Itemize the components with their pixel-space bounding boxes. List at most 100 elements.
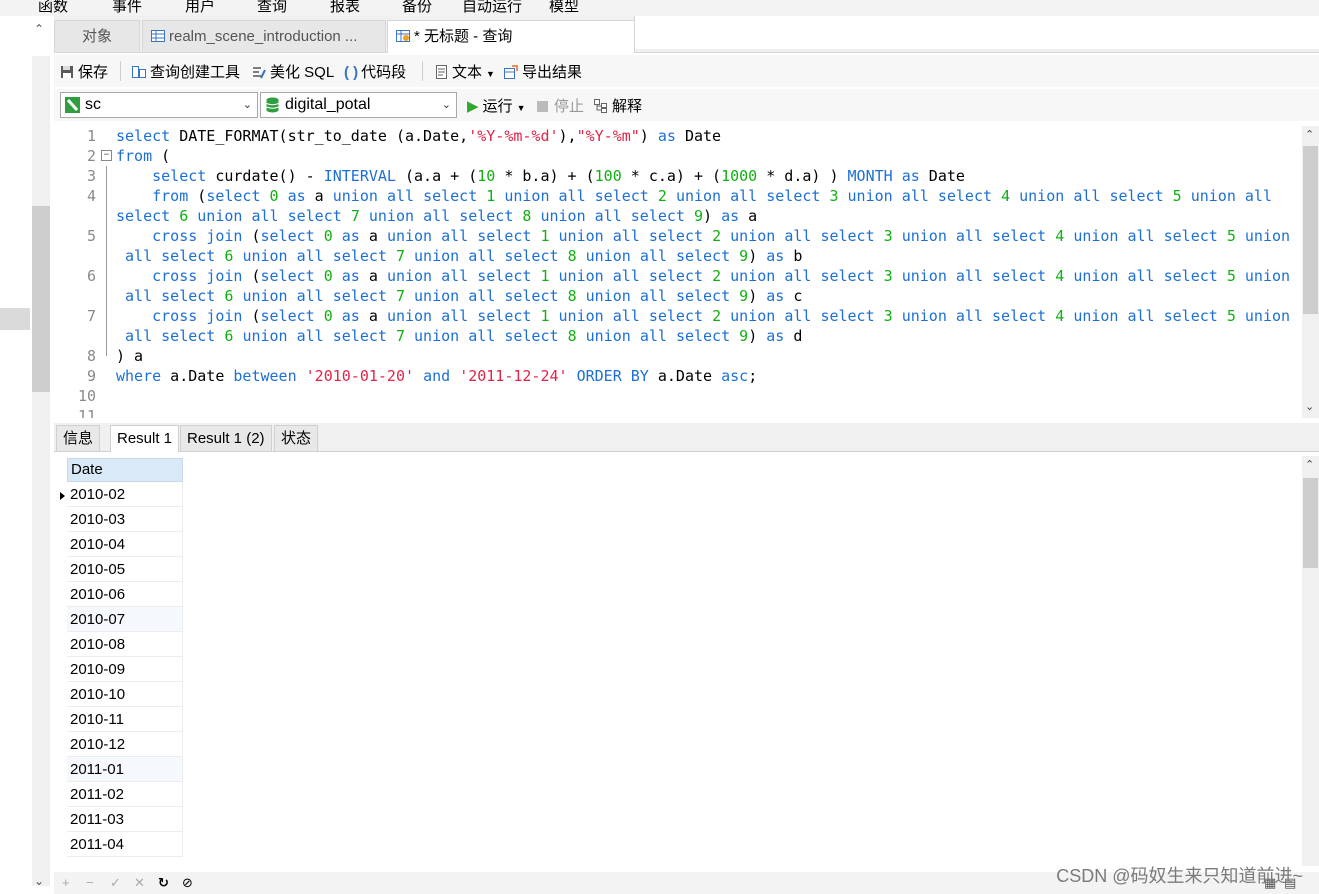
menu-item-model[interactable]: 模型 (549, 0, 579, 16)
stop-refresh-icon[interactable]: ⊘ (182, 875, 193, 891)
tab-result-1-2[interactable]: Result 1 (2) (180, 425, 272, 451)
code-text: all select 6 union all select 7 union al… (125, 287, 803, 305)
menu-item-users[interactable]: 用户 (185, 0, 215, 16)
code-snippet-button[interactable]: ( ) 代码段 (344, 61, 406, 82)
table-row[interactable]: 2011-02 (67, 782, 183, 807)
export-results-button[interactable]: 导出结果 (504, 61, 582, 82)
text-document-icon (434, 65, 448, 79)
editor-line[interactable]: 5 cross join (select 0 as a union all se… (54, 226, 1304, 246)
table-row[interactable]: 2010-03 (67, 507, 183, 532)
scroll-up-icon[interactable]: ⌃ (1305, 458, 1314, 471)
menu-item-events[interactable]: 事件 (112, 0, 142, 16)
info-panel-header (634, 16, 1319, 49)
code-text: select 6 union all select 7 union all se… (116, 207, 758, 225)
stop-button[interactable]: 停止 (537, 95, 584, 116)
add-record-icon[interactable]: + (62, 875, 70, 890)
editor-line[interactable]: 7 cross join (select 0 as a union all se… (54, 306, 1304, 326)
save-icon (60, 65, 74, 79)
editor-line[interactable]: all select 6 union all select 7 union al… (54, 246, 1304, 266)
navigator-scrollbar-track[interactable] (32, 56, 50, 886)
editor-line[interactable]: 4 from (select 0 as a union all select 1… (54, 186, 1304, 206)
tab-table-realm-scene[interactable]: realm_scene_introduction ... (142, 20, 386, 52)
explain-button[interactable]: 解释 (594, 95, 642, 116)
line-number: 1 (86, 127, 96, 145)
code-text: cross join (select 0 as a union all sele… (152, 307, 1291, 325)
table-row[interactable]: 2010-10 (67, 682, 183, 707)
editor-line[interactable]: 10 (54, 386, 1304, 406)
menu-item-backup[interactable]: 备份 (402, 0, 432, 16)
scroll-up-icon[interactable]: ⌃ (34, 22, 44, 36)
text-mode-button[interactable]: 文本 ▼ (434, 61, 495, 82)
query-builder-button[interactable]: 查询创建工具 (132, 61, 240, 82)
code-snippet-icon: ( ) (344, 64, 359, 81)
editor-line[interactable]: 8) a (54, 346, 1304, 366)
table-row[interactable]: 2011-01 (67, 757, 183, 782)
tab-status[interactable]: 状态 (274, 425, 319, 451)
editor-line[interactable]: 11 (54, 406, 1304, 418)
editor-line[interactable]: all select 6 union all select 7 union al… (54, 326, 1304, 346)
refresh-icon[interactable]: ↻ (158, 875, 169, 891)
play-icon: ▶ (467, 98, 479, 115)
navigator-scrollbar-thumb[interactable] (32, 206, 50, 392)
table-row[interactable]: 2010-12 (67, 732, 183, 757)
editor-line[interactable]: 6 cross join (select 0 as a union all se… (54, 266, 1304, 286)
line-number: 11 (77, 407, 96, 418)
query-builder-icon (132, 65, 146, 79)
tab-untitled-query[interactable]: * 无标题 - 查询 (387, 20, 635, 53)
delete-record-icon[interactable]: − (86, 875, 94, 890)
menu-item-automation[interactable]: 自动运行 (462, 0, 522, 16)
database-select[interactable]: digital_potal ⌄ (260, 92, 457, 118)
scroll-down-icon[interactable]: ⌄ (1305, 400, 1314, 413)
line-number: 8 (86, 347, 96, 365)
connection-icon (65, 97, 80, 113)
table-row[interactable]: 2010-04 (67, 532, 183, 557)
menu-item-functions[interactable]: 函数 (38, 0, 68, 16)
editor-scrollbar-thumb[interactable] (1303, 146, 1318, 314)
discard-changes-icon[interactable]: ✕ (134, 875, 145, 891)
editor-line[interactable]: 1 select DATE_FORMAT(str_to_date (a.Date,… (54, 126, 1304, 146)
table-icon (151, 22, 165, 42)
save-button[interactable]: 保存 (60, 61, 108, 82)
table-row[interactable]: 2011-03 (67, 807, 183, 832)
navigator-selected-item[interactable] (0, 308, 30, 330)
tab-info[interactable]: 信息 (56, 425, 101, 451)
menu-item-queries[interactable]: 查询 (257, 0, 287, 16)
code-text: all select 6 union all select 7 union al… (125, 327, 803, 345)
editor-line[interactable]: all select 6 union all select 7 union al… (54, 286, 1304, 306)
tab-objects[interactable]: 对象 (54, 20, 140, 52)
navigator-panel: ⌃ ⌄ (0, 16, 54, 894)
beautify-sql-button[interactable]: 美化 SQL (252, 61, 334, 82)
editor-line[interactable]: 3 select curdate() - INTERVAL (a.a + (10… (54, 166, 1304, 186)
result-grid: Date 2010-02 2010-03 2010-04 2010-05 2010-06… (54, 456, 1302, 866)
chevron-down-icon: ⌄ (441, 99, 451, 111)
query-selector-bar: sc ⌄ digital_potal ⌄ ▶ 运行 ▼ 停止 解释 (54, 89, 1319, 121)
table-row[interactable]: 2010-05 (67, 557, 183, 582)
table-row[interactable]: 2010-02 (67, 482, 183, 507)
column-header-date[interactable]: Date (67, 458, 183, 482)
export-icon (504, 65, 518, 79)
sql-editor[interactable]: 1 select DATE_FORMAT(str_to_date (a.Date,… (54, 126, 1319, 418)
chevron-down-icon: ▼ (516, 103, 526, 113)
line-number: 9 (86, 367, 96, 385)
grid-scrollbar-thumb[interactable] (1303, 478, 1318, 568)
editor-line[interactable]: select 6 union all select 7 union all se… (54, 206, 1304, 226)
table-row[interactable]: 2010-09 (67, 657, 183, 682)
scroll-up-icon[interactable]: ⌃ (1305, 128, 1314, 141)
line-number: 7 (86, 307, 96, 325)
table-row[interactable]: 2010-11 (67, 707, 183, 732)
editor-line[interactable]: 2− from ( (54, 146, 1304, 166)
table-row[interactable]: 2010-08 (67, 632, 183, 657)
menu-bar: 函数 事件 用户 查询 报表 备份 自动运行 模型 (0, 0, 1319, 16)
fold-toggle-icon[interactable]: − (101, 150, 112, 161)
scroll-down-icon[interactable]: ⌄ (34, 874, 44, 888)
tab-result-1[interactable]: Result 1 (110, 425, 180, 452)
apply-changes-icon[interactable]: ✓ (110, 875, 121, 891)
menu-item-reports[interactable]: 报表 (330, 0, 360, 16)
run-button[interactable]: ▶ 运行 ▼ (467, 95, 525, 116)
table-row[interactable]: 2011-04 (67, 832, 183, 857)
code-text: select curdate() - INTERVAL (a.a + (10 *… (152, 167, 965, 185)
table-row[interactable]: 2010-06 (67, 582, 183, 607)
editor-line[interactable]: 9 where a.Date between '2010-01-20' and '… (54, 366, 1304, 386)
connection-select[interactable]: sc ⌄ (60, 92, 258, 118)
table-row[interactable]: 2010-07 (67, 607, 183, 632)
